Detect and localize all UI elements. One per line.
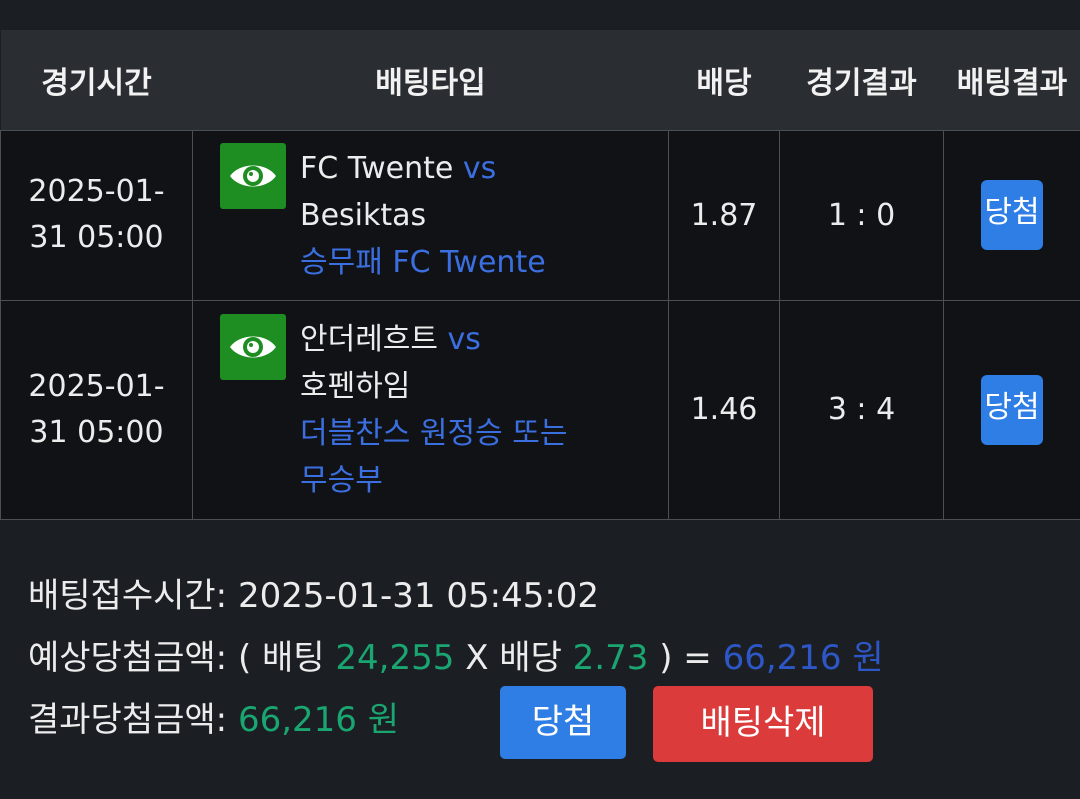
expected-amount: 66,216 원 — [722, 638, 884, 678]
bet-history-table: 경기시간 배팅타입 배당 경기결과 배팅결과 2025-01- 31 05:00 — [0, 30, 1080, 520]
times-sign: X — [465, 638, 489, 678]
view-match-button[interactable] — [220, 142, 286, 209]
game-time-cell: 2025-01- 31 05:00 — [0, 299, 193, 520]
vs-label: vs — [447, 321, 481, 357]
odds-word: 배당 — [499, 638, 562, 678]
win-badge: 당첨 — [981, 374, 1043, 445]
win-button[interactable]: 당첨 — [500, 686, 626, 759]
bet-type-cell: FC Twente vs Besiktas 승무패 FC Twente — [192, 129, 669, 301]
bet-time-label: 배팅접수시간: — [28, 576, 228, 616]
odds-cell: 1.87 — [668, 129, 780, 301]
game-date: 2025-01- — [28, 174, 165, 209]
total-odds: 2.73 — [572, 638, 649, 678]
top-strip — [0, 0, 1080, 30]
header-bet-result: 배팅결과 — [956, 65, 1068, 101]
bet-pick: 더블찬스 원정승 또는 무승부 — [300, 415, 568, 498]
expected-label: 예상당첨금액: — [28, 638, 228, 678]
game-date: 2025-01- — [28, 368, 165, 404]
bet-type-cell: 안더레흐트 vs 호펜하임 더블찬스 원정승 또는 무승부 — [192, 299, 669, 520]
table-header-row: 경기시간 배팅타입 배당 경기결과 배팅결과 — [0, 30, 1080, 130]
bet-pick: 승무패 FC Twente — [300, 244, 546, 280]
paren-close: ) — [659, 638, 673, 678]
eye-icon — [230, 336, 276, 357]
home-team: 안더레흐트 — [300, 321, 438, 357]
vs-label: vs — [462, 150, 497, 186]
paren-open: ( — [237, 638, 252, 678]
away-team: Besiktas — [300, 197, 427, 233]
bet-amount: 24,255 — [335, 638, 455, 678]
odds-cell: 1.46 — [668, 299, 780, 520]
result-label: 결과당첨금액: — [28, 700, 228, 740]
view-match-button[interactable] — [220, 313, 286, 380]
header-odds: 배당 — [696, 65, 752, 101]
win-badge: 당첨 — [981, 180, 1043, 250]
bet-result-cell: 당첨 — [943, 299, 1080, 520]
bet-time-line: 배팅접수시간: 2025-01-31 05:45:02 — [28, 568, 1068, 630]
eye-icon — [230, 165, 276, 186]
table-row: 2025-01- 31 05:00 FC Twente vs Besiktas … — [0, 129, 1080, 301]
score-cell: 3 : 4 — [779, 299, 944, 520]
bet-type-text: FC Twente vs Besiktas 승무패 FC Twente — [300, 145, 546, 286]
bet-type-text: 안더레흐트 vs 호펜하임 더블찬스 원정승 또는 무승부 — [300, 316, 600, 504]
table-row: 2025-01- 31 05:00 안더레흐트 vs 호펜하임 더블찬스 원정승… — [0, 299, 1080, 520]
bet-word: 배팅 — [262, 638, 325, 678]
equals-sign: = — [683, 638, 712, 678]
header-bet-type: 배팅타입 — [375, 65, 486, 101]
header-game-time: 경기시간 — [41, 65, 152, 101]
result-amount: 66,216 원 — [237, 700, 400, 740]
bet-result-cell: 당첨 — [943, 129, 1080, 301]
delete-bet-button[interactable]: 배팅삭제 — [653, 686, 873, 762]
game-time-cell: 2025-01- 31 05:00 — [0, 129, 193, 301]
away-team: 호펜하임 — [300, 368, 411, 404]
home-team: FC Twente — [300, 150, 454, 186]
game-clock: 31 05:00 — [29, 414, 164, 450]
expected-amount-line: 예상당첨금액: ( 배팅 24,255 X 배당 2.73 ) = 66,216… — [28, 630, 1068, 692]
score-cell: 1 : 0 — [779, 129, 944, 301]
bet-time-value: 2025-01-31 05:45:02 — [237, 576, 600, 616]
header-game-result: 경기결과 — [806, 65, 917, 101]
game-clock: 31 05:00 — [29, 220, 164, 255]
